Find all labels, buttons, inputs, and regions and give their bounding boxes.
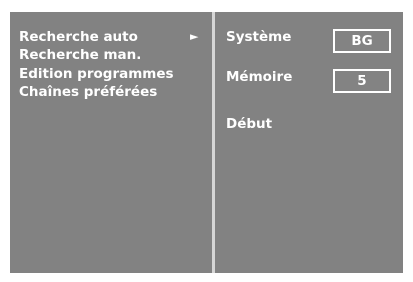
menu-item-edition-programmes[interactable]: Edition programmes	[19, 66, 174, 82]
debut-button[interactable]: Début	[226, 116, 272, 132]
menu-item-chaines-preferees[interactable]: Chaînes préférées	[19, 84, 157, 100]
menu-item-recherche-auto[interactable]: Recherche auto	[19, 29, 138, 45]
panel-divider	[212, 12, 215, 273]
menu-item-recherche-man[interactable]: Recherche man.	[19, 47, 141, 63]
submenu-arrow-icon: ►	[190, 30, 199, 43]
memoire-value-box[interactable]: 5	[333, 69, 391, 93]
memoire-label: Mémoire	[226, 69, 293, 85]
systeme-label: Système	[226, 29, 292, 45]
systeme-value-box[interactable]: BG	[333, 29, 391, 53]
